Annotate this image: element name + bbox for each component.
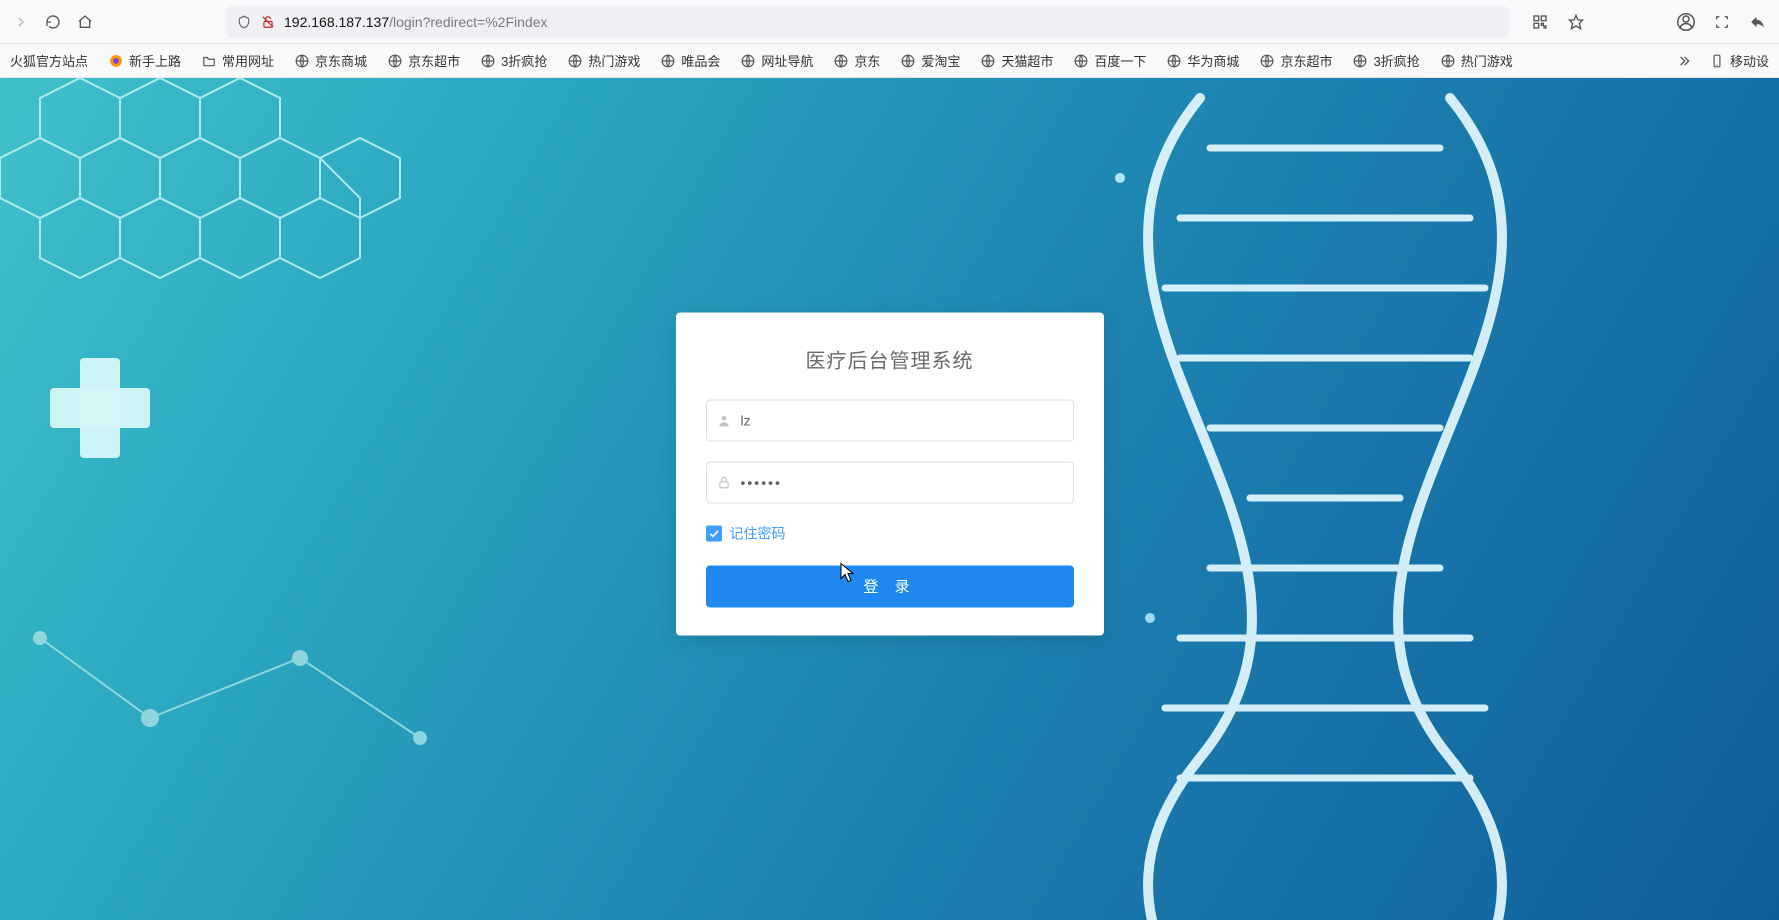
bookmark-item[interactable]: 热门游戏 xyxy=(1438,47,1515,74)
firefox-icon xyxy=(108,53,124,69)
bookmark-label: 新手上路 xyxy=(129,51,181,70)
globe-icon xyxy=(900,53,916,69)
bookmark-label: 常用网址 xyxy=(222,51,274,70)
bookmark-label: 移动设 xyxy=(1730,51,1769,70)
browser-toolbar: 192.168.187.137/login?redirect=%2Findex xyxy=(0,0,1779,44)
home-icon[interactable] xyxy=(74,11,96,33)
bookmark-item[interactable]: 京东超市 xyxy=(385,47,462,74)
globe-icon xyxy=(1073,53,1089,69)
bookmark-label: 热门游戏 xyxy=(1461,51,1513,70)
remember-row: 记住密码 xyxy=(706,523,1074,543)
username-input-wrap xyxy=(706,399,1074,441)
login-title: 医疗后台管理系统 xyxy=(706,344,1074,373)
lock-insecure-icon xyxy=(260,14,276,30)
bookmark-item[interactable]: 3折疯抢 xyxy=(1350,47,1421,74)
bookmark-item[interactable]: 火狐官方站点 xyxy=(8,47,90,74)
bookmark-label: 京东超市 xyxy=(408,51,460,70)
url-text: 192.168.187.137/login?redirect=%2Findex xyxy=(284,14,547,30)
globe-icon xyxy=(387,53,403,69)
mobile-icon xyxy=(1709,53,1725,69)
bookmark-label: 唯品会 xyxy=(681,51,720,70)
bookmark-item[interactable]: 爱淘宝 xyxy=(898,47,962,74)
bookmark-label: 京东商城 xyxy=(315,51,367,70)
globe-icon xyxy=(480,53,496,69)
bookmark-item[interactable]: 3折疯抢 xyxy=(478,47,549,74)
bookmark-item-mobile[interactable]: 移动设 xyxy=(1707,47,1771,74)
bookmark-label: 百度一下 xyxy=(1094,51,1146,70)
bookmark-item[interactable]: 京东商城 xyxy=(292,47,369,74)
bookmark-item[interactable]: 百度一下 xyxy=(1071,47,1148,74)
globe-icon xyxy=(980,53,996,69)
bookmarks-bar: 火狐官方站点 新手上路 常用网址 京东商城 京东超市 3折疯抢 热门游戏 唯品会… xyxy=(0,44,1779,78)
lock-icon xyxy=(716,474,732,490)
bookmark-label: 3折疯抢 xyxy=(501,51,547,70)
password-input-wrap xyxy=(706,461,1074,503)
globe-icon xyxy=(1440,53,1456,69)
globe-icon xyxy=(294,53,310,69)
bookmark-label: 热门游戏 xyxy=(588,51,640,70)
login-button[interactable]: 登 录 xyxy=(706,565,1074,607)
bookmark-label: 爱淘宝 xyxy=(921,51,960,70)
bookmark-label: 火狐官方站点 xyxy=(10,51,88,70)
globe-icon xyxy=(1352,53,1368,69)
nav-forward-icon xyxy=(10,11,32,33)
bookmark-label: 华为商城 xyxy=(1187,51,1239,70)
password-input[interactable] xyxy=(706,461,1074,503)
bookmark-item[interactable]: 热门游戏 xyxy=(565,47,642,74)
bookmark-item[interactable]: 唯品会 xyxy=(658,47,722,74)
bookmark-label: 天猫超市 xyxy=(1001,51,1053,70)
bookmark-item[interactable]: 华为商城 xyxy=(1164,47,1241,74)
globe-icon xyxy=(833,53,849,69)
account-icon[interactable] xyxy=(1675,11,1697,33)
user-icon xyxy=(716,412,732,428)
bookmark-item[interactable]: 常用网址 xyxy=(199,47,276,74)
reload-icon[interactable] xyxy=(42,11,64,33)
globe-icon xyxy=(1259,53,1275,69)
bookmark-item[interactable]: 网址导航 xyxy=(738,47,815,74)
address-bar[interactable]: 192.168.187.137/login?redirect=%2Findex xyxy=(226,6,1509,38)
globe-icon xyxy=(740,53,756,69)
page-content: 医疗后台管理系统 记住密码 登 录 xyxy=(0,78,1779,920)
globe-icon xyxy=(1166,53,1182,69)
bookmark-label: 3折疯抢 xyxy=(1373,51,1419,70)
bookmarks-overflow-icon[interactable] xyxy=(1673,50,1695,72)
login-card: 医疗后台管理系统 记住密码 登 录 xyxy=(676,312,1104,635)
shield-icon xyxy=(236,14,252,30)
star-icon[interactable] xyxy=(1565,11,1587,33)
folder-icon xyxy=(201,53,217,69)
username-input[interactable] xyxy=(706,399,1074,441)
undo-icon[interactable] xyxy=(1747,11,1769,33)
bookmark-item[interactable]: 新手上路 xyxy=(106,47,183,74)
globe-icon xyxy=(660,53,676,69)
qr-icon[interactable] xyxy=(1529,11,1551,33)
remember-checkbox[interactable] xyxy=(706,525,722,541)
bookmark-label: 京东 xyxy=(854,51,880,70)
bookmark-item[interactable]: 天猫超市 xyxy=(978,47,1055,74)
bookmark-item[interactable]: 京东超市 xyxy=(1257,47,1334,74)
bookmark-item[interactable]: 京东 xyxy=(831,47,882,74)
remember-label[interactable]: 记住密码 xyxy=(730,523,786,543)
bookmark-label: 京东超市 xyxy=(1280,51,1332,70)
globe-icon xyxy=(567,53,583,69)
screenshot-icon[interactable] xyxy=(1711,11,1733,33)
bookmark-label: 网址导航 xyxy=(761,51,813,70)
